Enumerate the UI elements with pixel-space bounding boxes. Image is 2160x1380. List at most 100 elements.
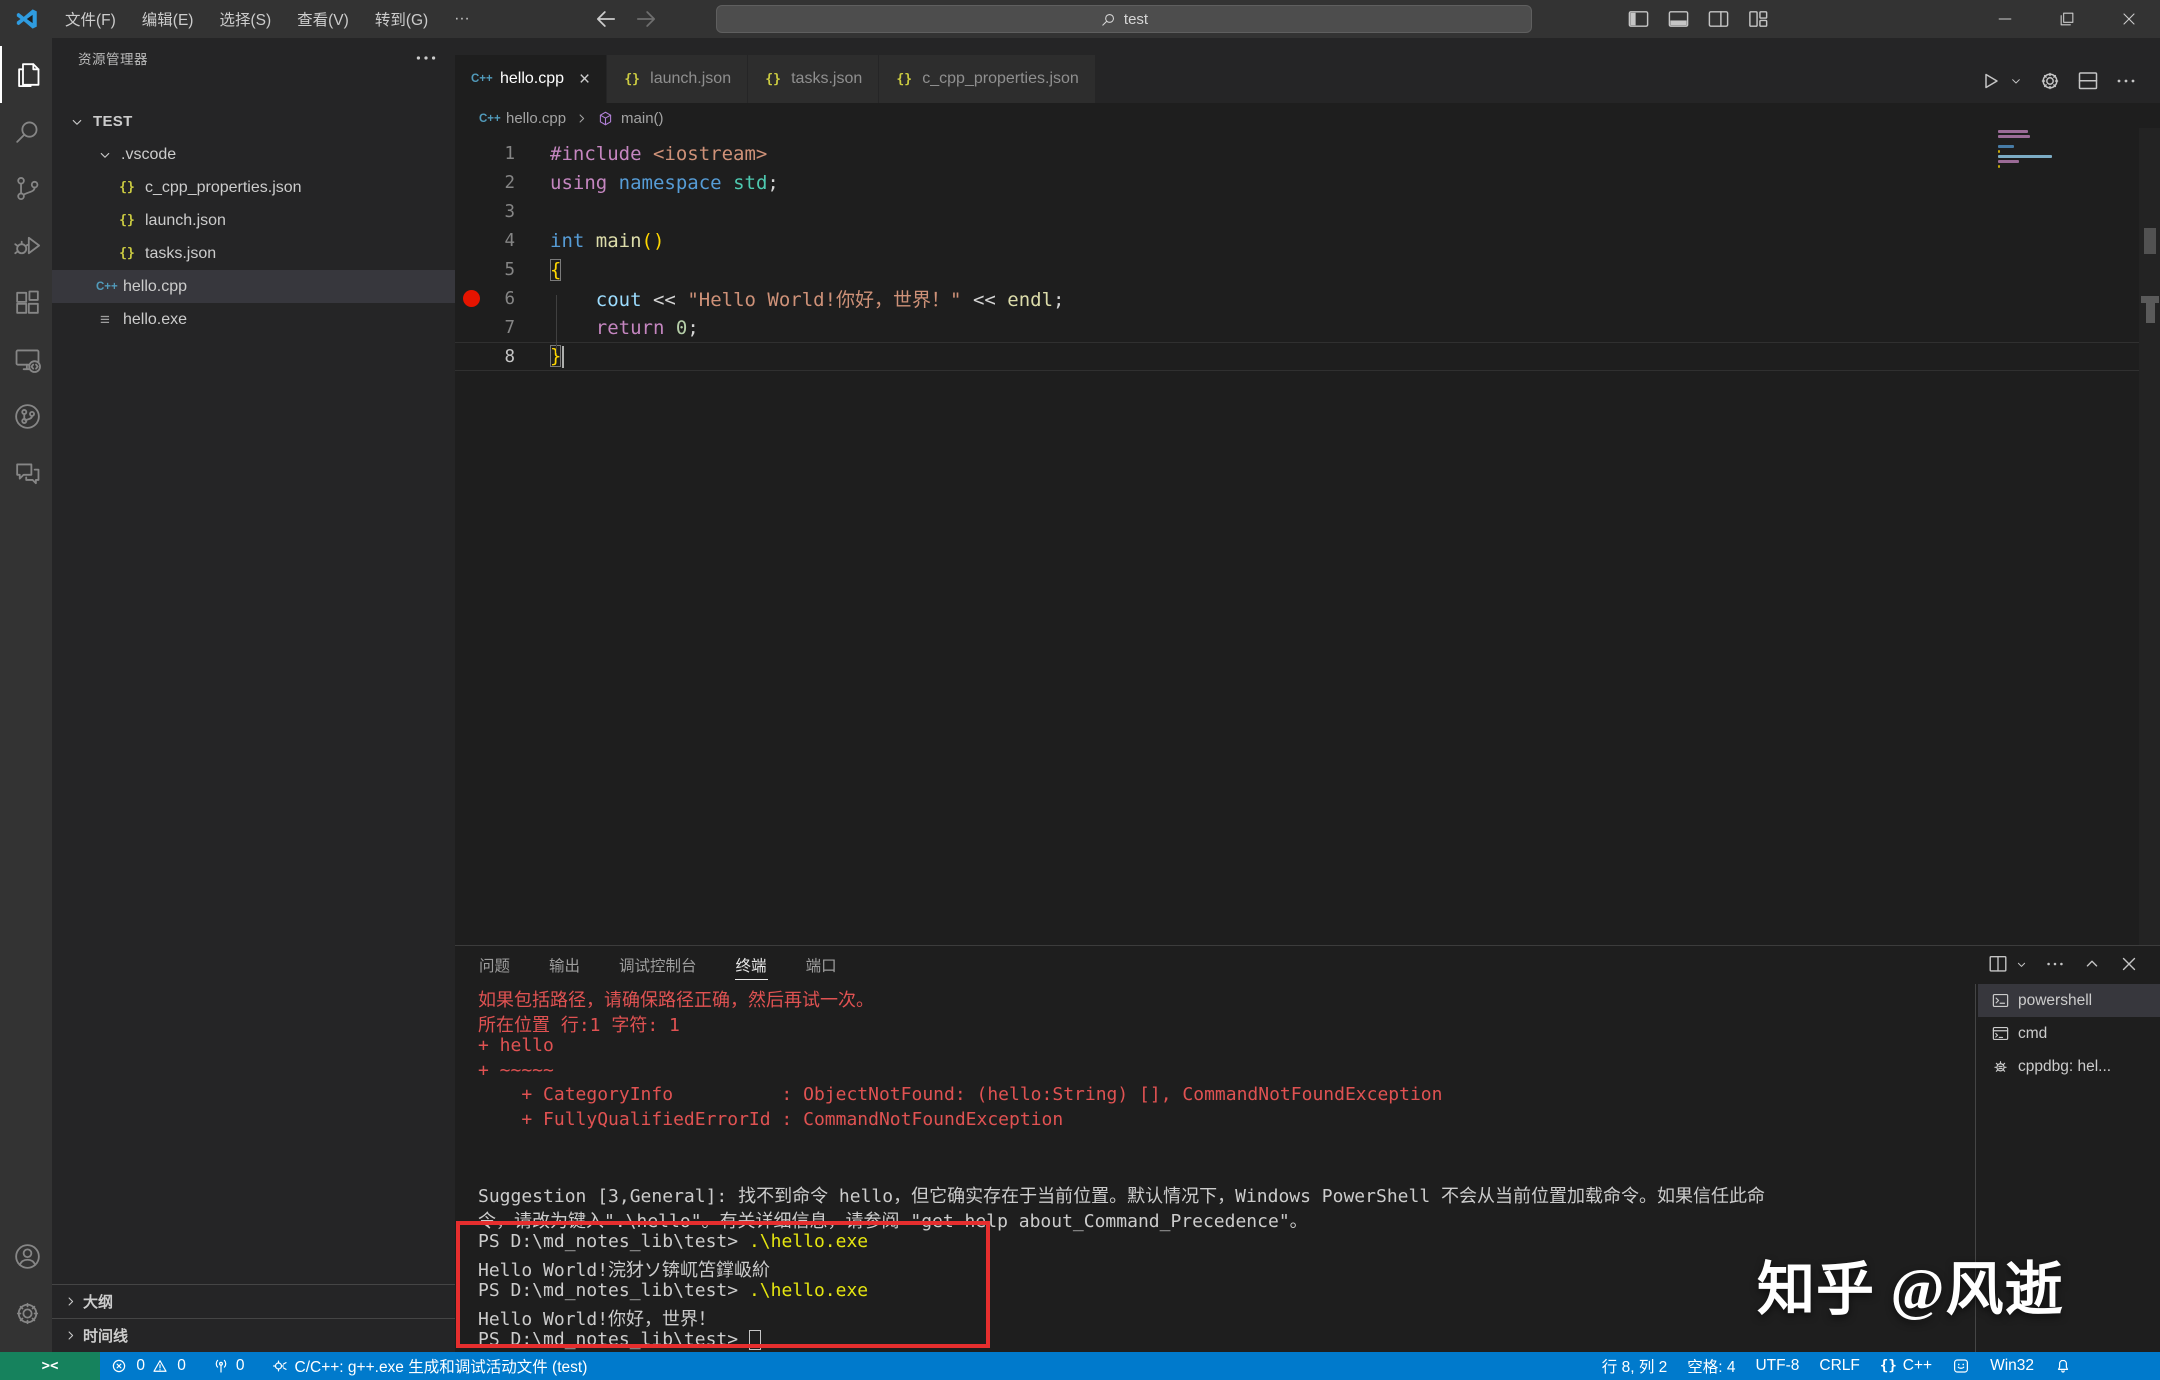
run-dropdown-chevron-icon[interactable] bbox=[2008, 73, 2024, 89]
timeline-section[interactable]: 时间线 bbox=[52, 1318, 455, 1352]
activity-account[interactable] bbox=[0, 1228, 52, 1285]
menu-edit[interactable]: 编辑(E) bbox=[129, 0, 207, 38]
nav-forward-icon[interactable] bbox=[632, 5, 660, 33]
minimize-button[interactable] bbox=[1974, 0, 2036, 38]
terminal-session-cmd[interactable]: cmd bbox=[1978, 1017, 2160, 1050]
code-line-3[interactable]: 3 bbox=[455, 197, 2160, 226]
feedback-button[interactable] bbox=[1942, 1357, 1980, 1375]
tree-item-hello-exe[interactable]: ≡hello.exe bbox=[52, 303, 455, 336]
customize-layout-icon[interactable] bbox=[1747, 8, 1770, 31]
activity-settings[interactable] bbox=[0, 1285, 52, 1342]
line-number[interactable]: 2 bbox=[455, 173, 515, 193]
menu-view[interactable]: 查看(V) bbox=[284, 0, 362, 38]
terminal-output[interactable]: 如果包括路径，请确保路径正确，然后再试一次。所在位置 行:1 字符: 1+ he… bbox=[478, 986, 1973, 1354]
indentation-status[interactable]: 空格: 4 bbox=[1677, 1355, 1745, 1377]
launch-profile-chevron-icon[interactable] bbox=[2014, 957, 2029, 972]
maximize-panel-icon[interactable] bbox=[2081, 953, 2103, 975]
tree-item-test[interactable]: TEST bbox=[52, 105, 455, 138]
panel-tab-debug-console[interactable]: 调试控制台 bbox=[618, 951, 698, 979]
nav-back-icon[interactable] bbox=[592, 5, 620, 33]
cpp-build-task-status[interactable]: C/C++: g++.exe 生成和调试活动文件 (test) bbox=[261, 1352, 598, 1380]
close-button[interactable] bbox=[2098, 0, 2160, 38]
line-number[interactable]: 5 bbox=[455, 260, 515, 280]
toggle-sidebar-icon[interactable] bbox=[1627, 8, 1650, 31]
menu-file[interactable]: 文件(F) bbox=[52, 0, 129, 38]
ports-status[interactable]: 0 bbox=[202, 1352, 255, 1380]
more-actions-icon[interactable] bbox=[2114, 69, 2138, 93]
toggle-panel-icon[interactable] bbox=[1667, 8, 1690, 31]
activity-extensions[interactable] bbox=[0, 274, 52, 331]
menu-more[interactable]: ··· bbox=[441, 0, 483, 38]
toggle-secondary-sidebar-icon[interactable] bbox=[1707, 8, 1730, 31]
tree-item-tasks-json[interactable]: {}tasks.json bbox=[52, 237, 455, 270]
tab-launch-json[interactable]: {}launch.json bbox=[607, 55, 748, 103]
symbol-method-icon bbox=[597, 110, 614, 127]
terminal-line: 所在位置 行:1 字符: 1 bbox=[478, 1011, 1973, 1036]
tab-c-cpp-properties-json[interactable]: {}c_cpp_properties.json bbox=[879, 55, 1096, 103]
activity-search[interactable] bbox=[0, 103, 52, 160]
tree-item--vscode[interactable]: .vscode bbox=[52, 138, 455, 171]
activity-source-control[interactable] bbox=[0, 160, 52, 217]
terminal-session-powershell[interactable]: powershell bbox=[1978, 984, 2160, 1017]
code-line-2[interactable]: 2using namespace std; bbox=[455, 168, 2160, 197]
activity-run-debug[interactable] bbox=[0, 217, 52, 274]
activity-gitlens[interactable] bbox=[0, 388, 52, 445]
more-actions-icon[interactable] bbox=[413, 45, 439, 71]
code-line-8[interactable]: 8} bbox=[455, 342, 2160, 371]
minimap[interactable] bbox=[1998, 130, 2056, 170]
panel-tab-problems[interactable]: 问题 bbox=[478, 951, 511, 979]
run-button-icon[interactable] bbox=[1978, 69, 2002, 93]
code-line-5[interactable]: 5{ bbox=[455, 255, 2160, 284]
eol-status[interactable]: CRLF bbox=[1809, 1357, 1869, 1375]
line-number[interactable]: 4 bbox=[455, 231, 515, 251]
breadcrumb[interactable]: C++ hello.cpp main() bbox=[455, 103, 2160, 134]
panel-tab-ports[interactable]: 端口 bbox=[805, 951, 838, 979]
tab-tasks-json[interactable]: {}tasks.json bbox=[748, 55, 879, 103]
line-number[interactable]: 1 bbox=[455, 144, 515, 164]
gear-icon[interactable] bbox=[2038, 69, 2062, 93]
json-file-icon: {} bbox=[895, 72, 913, 87]
line-number[interactable]: 7 bbox=[455, 318, 515, 338]
language-status[interactable]: {}C++ bbox=[1870, 1357, 1942, 1375]
activity-explorer[interactable] bbox=[0, 46, 52, 103]
tree-item-c-cpp-properties-json[interactable]: {}c_cpp_properties.json bbox=[52, 171, 455, 204]
cursor-position-status[interactable]: 行 8, 列 2 bbox=[1592, 1355, 1677, 1377]
terminal-session-cppdbg-hel-[interactable]: cppdbg: hel... bbox=[1978, 1050, 2160, 1083]
outline-section[interactable]: 大纲 bbox=[52, 1284, 455, 1318]
tree-item-label: .vscode bbox=[121, 146, 176, 164]
line-number[interactable]: 3 bbox=[455, 202, 515, 222]
split-editor-icon[interactable] bbox=[2076, 69, 2100, 93]
panel-tab-output[interactable]: 输出 bbox=[548, 951, 581, 979]
remote-indicator[interactable]: >< bbox=[0, 1352, 100, 1380]
encoding-status[interactable]: UTF-8 bbox=[1745, 1357, 1809, 1375]
breadcrumb-file[interactable]: hello.cpp bbox=[506, 110, 566, 127]
tree-item-launch-json[interactable]: {}launch.json bbox=[52, 204, 455, 237]
restore-button[interactable] bbox=[2036, 0, 2098, 38]
activity-remote-explorer[interactable] bbox=[0, 331, 52, 388]
notifications-button[interactable] bbox=[2044, 1357, 2082, 1375]
more-actions-icon[interactable] bbox=[2044, 953, 2066, 975]
tab-hello-cpp[interactable]: C++hello.cpp× bbox=[455, 55, 607, 103]
arch-status[interactable]: Win32 bbox=[1980, 1357, 2044, 1375]
broadcast-icon bbox=[212, 1357, 230, 1375]
code-editor[interactable]: 1#include <iostream>2using namespace std… bbox=[455, 134, 2160, 371]
breadcrumb-symbol[interactable]: main() bbox=[621, 110, 664, 127]
terminal-line: Hello World!浣犲ソ锛屼笘鐣岋紒 bbox=[478, 1256, 1973, 1281]
menu-go[interactable]: 转到(G) bbox=[362, 0, 441, 38]
menu-selection[interactable]: 选择(S) bbox=[206, 0, 284, 38]
code-line-7[interactable]: 7 return 0; bbox=[455, 313, 2160, 342]
tree-item-hello-cpp[interactable]: C++hello.cpp bbox=[52, 270, 455, 303]
problems-status[interactable]: 0 0 bbox=[100, 1352, 196, 1380]
code-line-6[interactable]: 6 cout << "Hello World!你好，世界！" << endl; bbox=[455, 284, 2160, 313]
close-panel-icon[interactable] bbox=[2118, 953, 2140, 975]
panel-tab-terminal[interactable]: 终端 bbox=[735, 951, 768, 980]
code-line-1[interactable]: 1#include <iostream> bbox=[455, 139, 2160, 168]
activity-comments[interactable] bbox=[0, 445, 52, 502]
code-line-4[interactable]: 4int main() bbox=[455, 226, 2160, 255]
line-number[interactable]: 8 bbox=[455, 347, 515, 367]
split-terminal-icon[interactable] bbox=[1987, 953, 2009, 975]
breakpoint-dot[interactable] bbox=[463, 290, 480, 307]
code-text: } bbox=[515, 345, 564, 368]
close-icon[interactable]: × bbox=[579, 70, 590, 89]
search-input[interactable]: test bbox=[716, 5, 1532, 33]
